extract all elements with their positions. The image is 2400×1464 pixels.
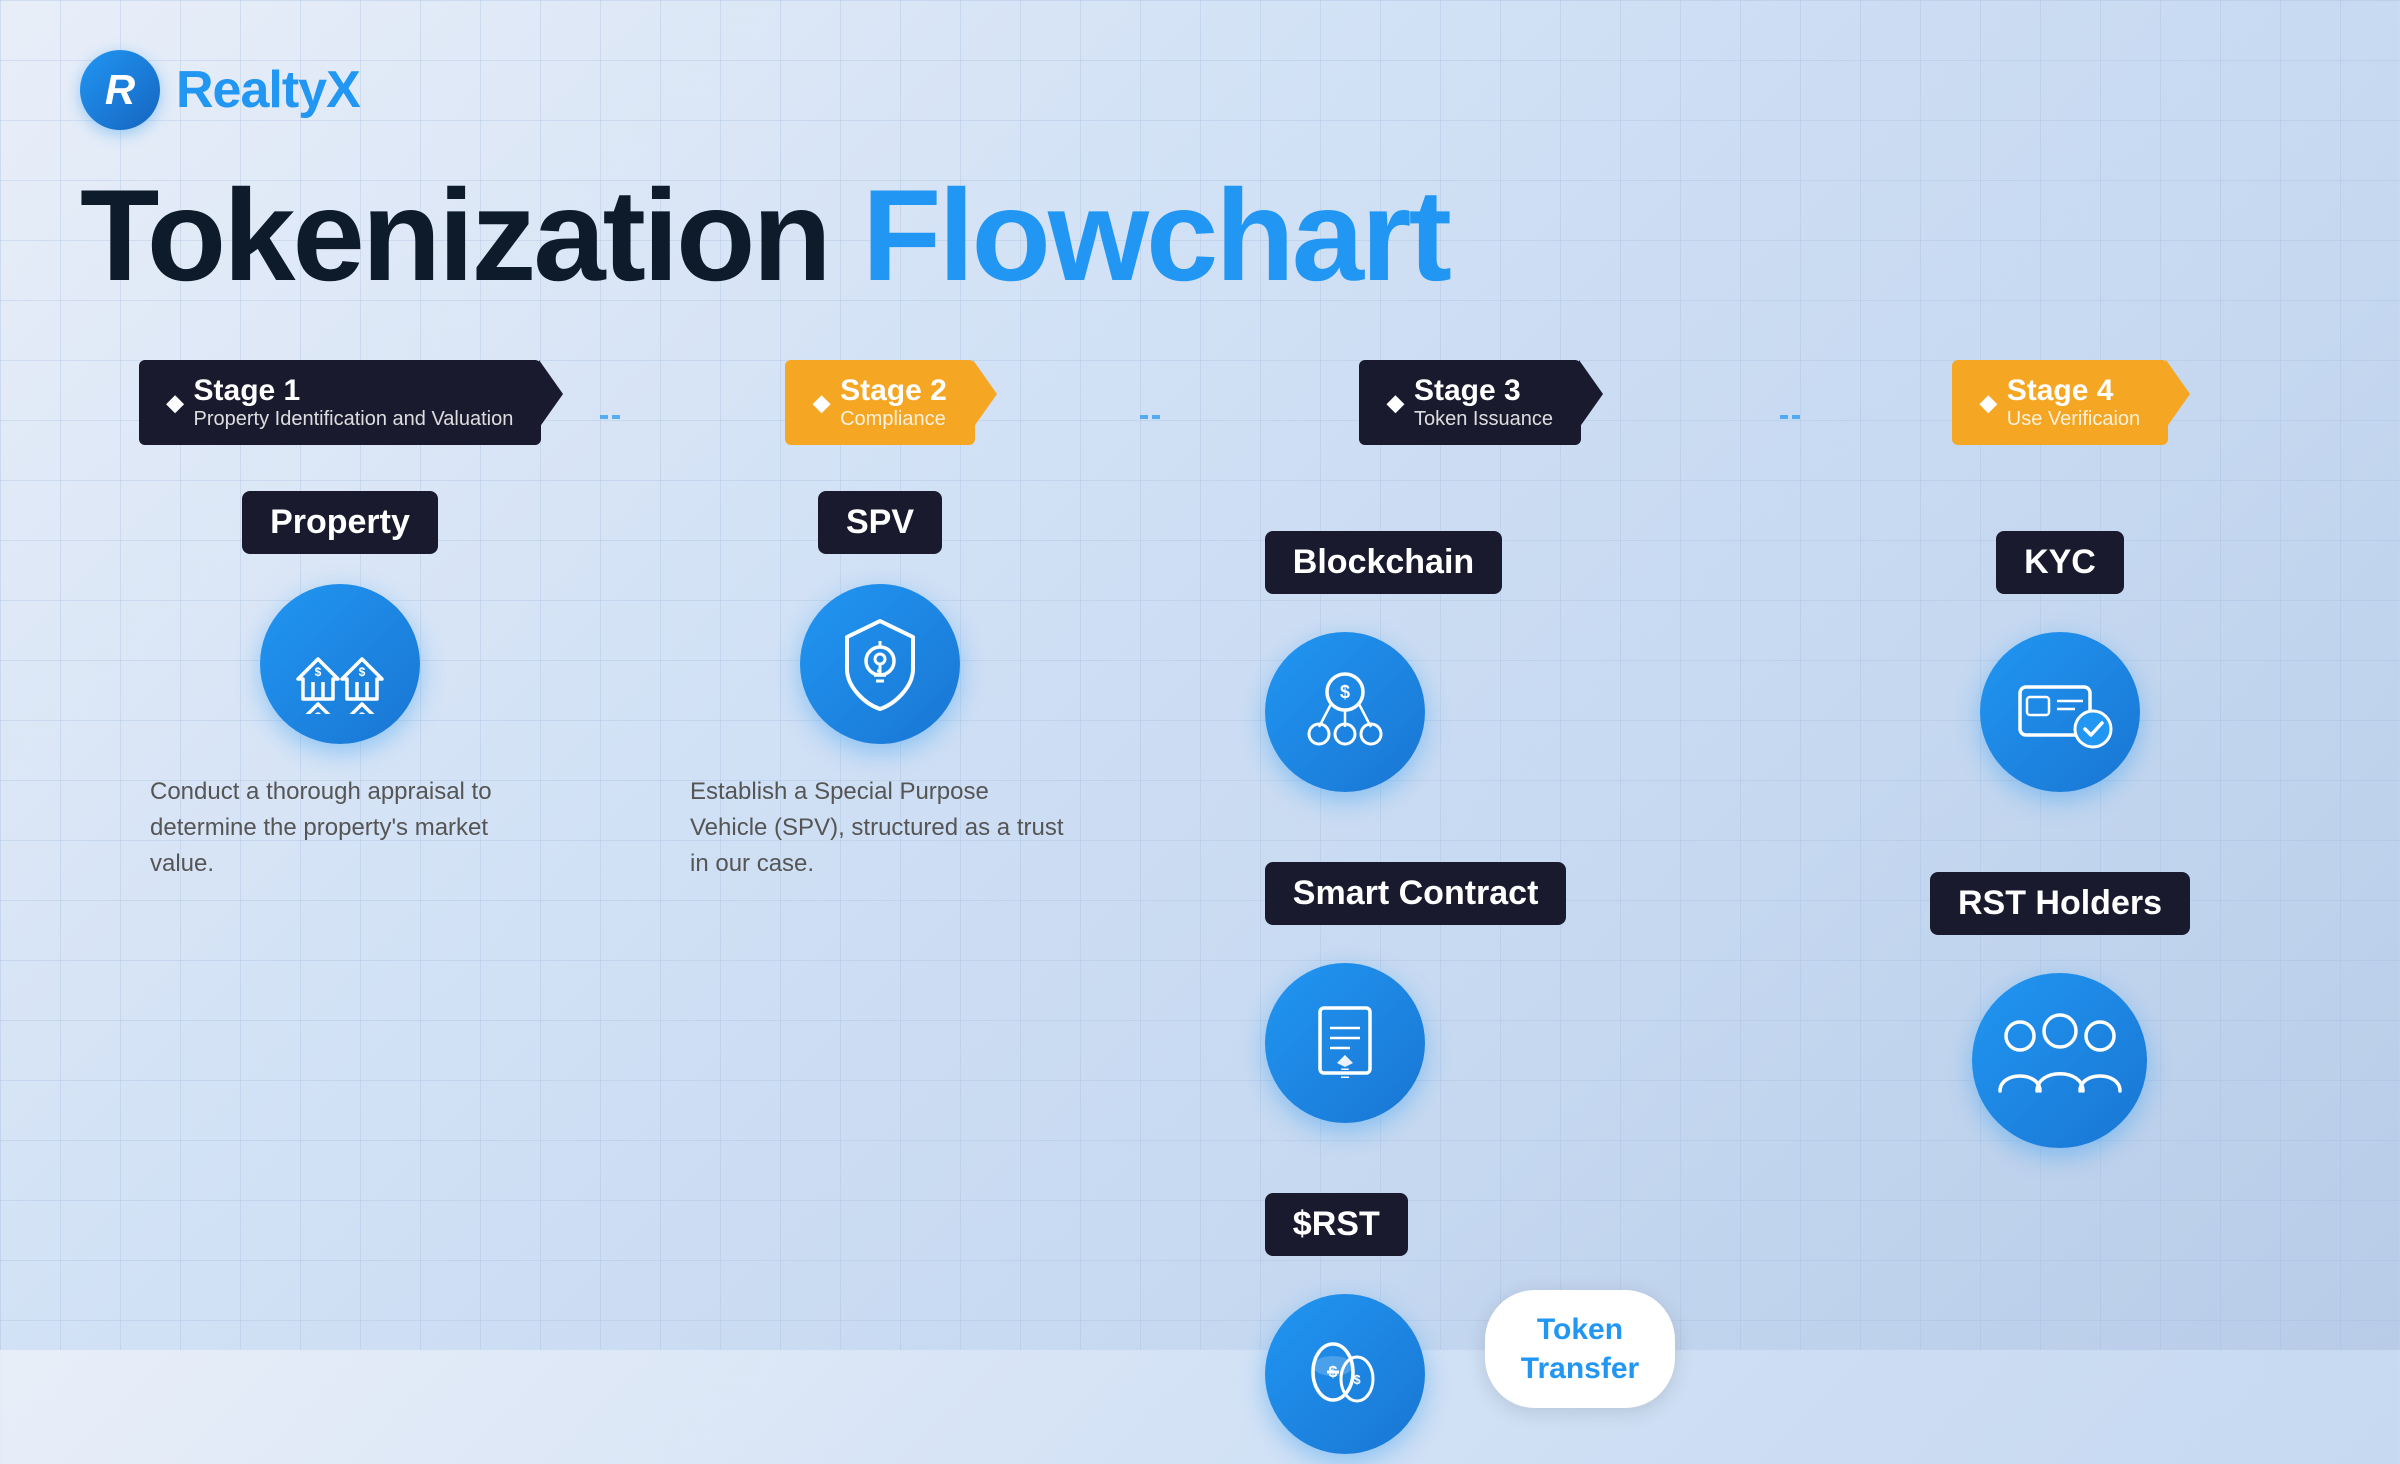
stage-1-column: ◆ Stage 1 Property Identification and Va… — [80, 360, 600, 882]
stage-1-icon-circle: $ $ $ — [260, 584, 420, 744]
logo: R RealtyX — [80, 50, 2320, 130]
stage-3-blockchain-label: Blockchain — [1265, 531, 1502, 594]
stage-3-smart-contract-circle: Ξ — [1265, 963, 1425, 1123]
stage-1-node-label: Property — [242, 491, 438, 554]
stage-4-column: ◆ Stage 4 Use Verificaion KYC — [1800, 360, 2320, 1158]
stage-3-diamond: ◆ — [1387, 390, 1404, 416]
stage-1-description: Conduct a thorough appraisal to determin… — [150, 774, 530, 882]
stage-4-kyc-group: KYC — [1980, 491, 2140, 802]
logo-text: RealtyX — [176, 60, 360, 120]
stage-3-blockchain-row: Blockchain $ — [1265, 491, 1502, 802]
stage-1-badge: ◆ Stage 1 Property Identification and Va… — [139, 360, 542, 445]
stage-2-diamond: ◆ — [813, 390, 830, 416]
svg-text:$: $ — [315, 710, 322, 714]
stage-3-rst-row: $RST $ $ — [1265, 1153, 1675, 1464]
stage-4-subtitle: Use Verificaion — [2007, 408, 2140, 431]
svg-text:$: $ — [1353, 1372, 1361, 1387]
stage-1-subtitle: Property Identification and Valuation — [194, 408, 514, 431]
token-transfer-bubble: Token Transfer — [1485, 1290, 1675, 1408]
flowchart: ◆ Stage 1 Property Identification and Va… — [80, 360, 2320, 1464]
svg-text:$: $ — [315, 665, 322, 679]
stage-3-badge: ◆ Stage 3 Token Issuance — [1359, 360, 1581, 445]
stage-4-rst-holders-label: RST Holders — [1930, 872, 2190, 935]
svg-text:$: $ — [1340, 682, 1350, 702]
stage-3-rst-label: $RST — [1265, 1193, 1408, 1256]
stage-4-kyc-circle — [1980, 632, 2140, 792]
main-title: Tokenization Flowchart — [80, 170, 2320, 300]
stage-3-blockchain-circle: $ — [1265, 632, 1425, 792]
stage-4-badge: ◆ Stage 4 Use Verificaion — [1952, 360, 2168, 445]
stage-4-rst-holders-group: RST Holders — [1930, 832, 2190, 1158]
svg-text:$: $ — [1328, 1364, 1337, 1381]
stage-3-column: ◆ Stage 3 Token Issuance Blockchain — [1160, 360, 1780, 1464]
stage-4-kyc-label: KYC — [1996, 531, 2124, 594]
stage-3-subtitle: Token Issuance — [1414, 408, 1553, 431]
connector-3-4 — [1780, 415, 1800, 419]
stage-4-diamond: ◆ — [1980, 390, 1997, 416]
stage-2-node-label: SPV — [818, 491, 942, 554]
stage-2-icon-circle — [800, 584, 960, 744]
stage-2-subtitle: Compliance — [840, 408, 947, 431]
stage-4-number: Stage 4 — [2007, 374, 2140, 408]
page: R RealtyX Tokenization Flowchart ◆ Stage… — [0, 0, 2400, 1350]
svg-text:$: $ — [359, 665, 366, 679]
stage-2-column: ◆ Stage 2 Compliance SPV — [620, 360, 1140, 882]
stage-4-rst-holders-circle — [1972, 973, 2147, 1148]
svg-text:Ξ: Ξ — [1340, 1065, 1349, 1081]
stage-2-number: Stage 2 — [840, 374, 947, 408]
connector-1-2 — [600, 415, 620, 419]
stage-3-smart-contract-row: Smart Contract Ξ — [1265, 822, 1567, 1133]
stage-3-number: Stage 3 — [1414, 374, 1553, 408]
connector-2-3 — [1140, 415, 1160, 419]
stage-3-rst-circle: $ $ — [1265, 1294, 1425, 1454]
stage-2-description: Establish a Special Purpose Vehicle (SPV… — [690, 774, 1070, 882]
svg-text:$: $ — [359, 710, 366, 714]
logo-icon: R — [80, 50, 160, 130]
stage-3-smart-contract-label: Smart Contract — [1265, 862, 1567, 925]
stage-1-number: Stage 1 — [194, 374, 514, 408]
stage-4-nodes: KYC — [1930, 491, 2190, 1158]
stage-3-nodes: Blockchain $ — [1265, 491, 1675, 1464]
stage-1-diamond: ◆ — [167, 390, 184, 416]
stage-2-badge: ◆ Stage 2 Compliance — [785, 360, 975, 445]
